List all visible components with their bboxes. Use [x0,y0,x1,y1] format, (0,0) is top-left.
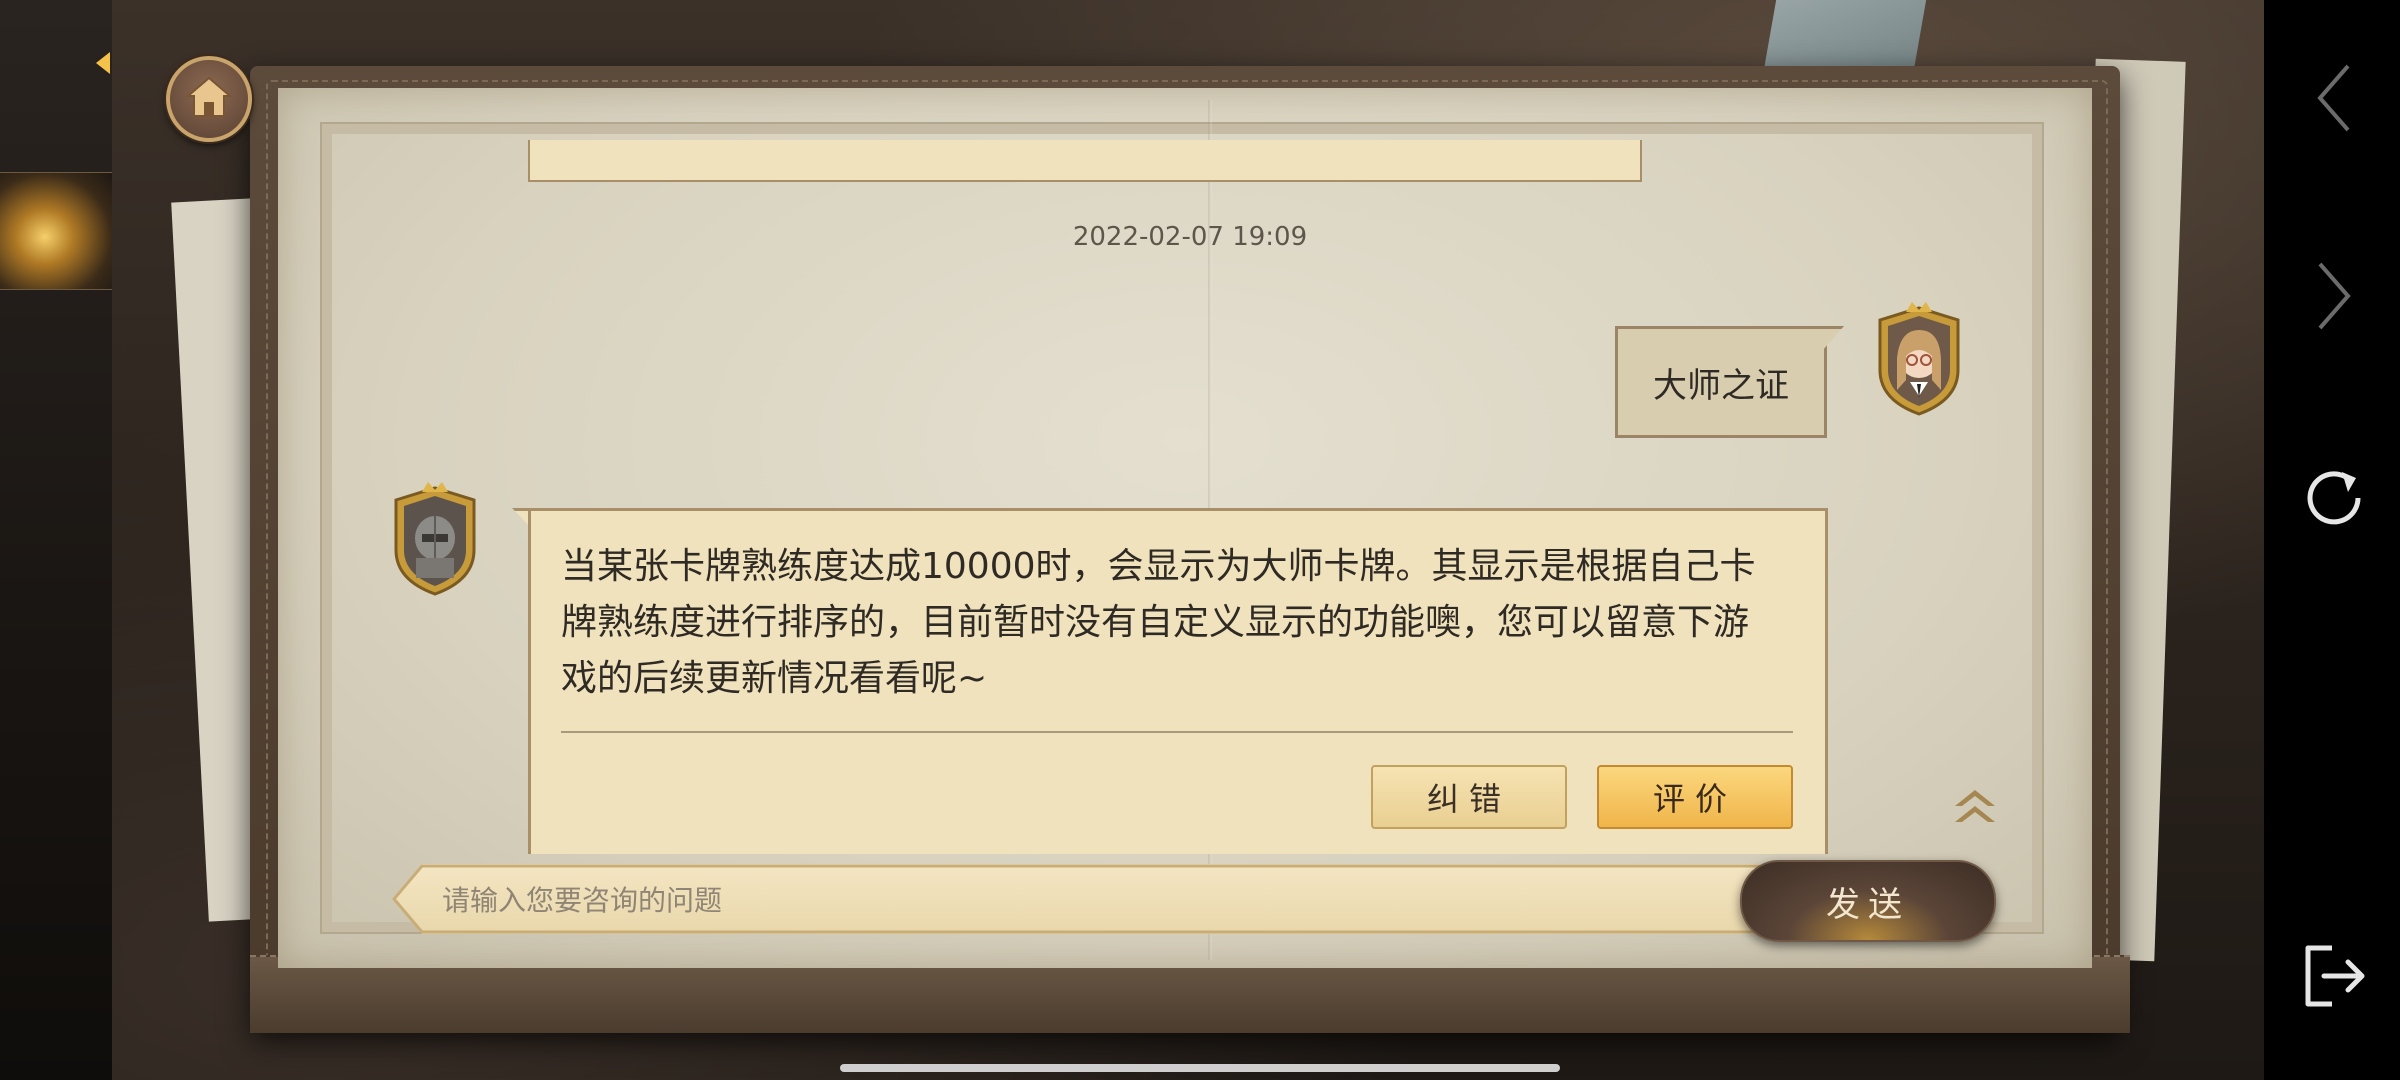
home-button[interactable] [166,56,252,142]
left-glow-tab[interactable] [0,172,112,290]
user-avatar [1870,300,1968,416]
exit-icon [2298,940,2370,1016]
previous-message-bubble [528,140,1642,182]
exit-button[interactable] [2298,942,2370,1014]
bot-message-divider [561,731,1793,733]
bot-avatar [386,480,484,596]
left-edge-panel [0,0,112,1080]
question-input[interactable] [440,872,1724,928]
correct-button[interactable]: 纠错 [1371,765,1567,829]
gesture-home-bar[interactable] [840,1064,1560,1072]
refresh-button[interactable] [2298,464,2370,536]
rate-button[interactable]: 评价 [1597,765,1793,829]
refresh-icon [2298,462,2370,538]
chevron-right-icon [2314,260,2354,336]
bot-message-text: 当某张卡牌熟练度达成10000时，会显示为大师卡牌。其显示是根据自己卡 牌熟练度… [561,546,1756,699]
nav-forward-button[interactable] [2298,262,2370,334]
bot-message-bubble: 当某张卡牌熟练度达成10000时，会显示为大师卡牌。其显示是根据自己卡 牌熟练度… [528,508,1828,854]
system-nav-bar [2264,0,2400,1080]
nav-back-button[interactable] [2298,64,2370,136]
map-scrap-decoration [1763,0,1927,70]
double-chevron-up-icon [1950,790,2000,836]
home-icon [185,76,233,122]
user-message-bubble: 大师之证 [1615,326,1827,438]
scroll-top-button[interactable] [1950,782,2000,832]
message-timestamp: 2022-02-07 19:09 [1072,222,1308,252]
chevron-left-icon [2314,62,2354,138]
send-button[interactable]: 发送 [1740,860,1996,942]
